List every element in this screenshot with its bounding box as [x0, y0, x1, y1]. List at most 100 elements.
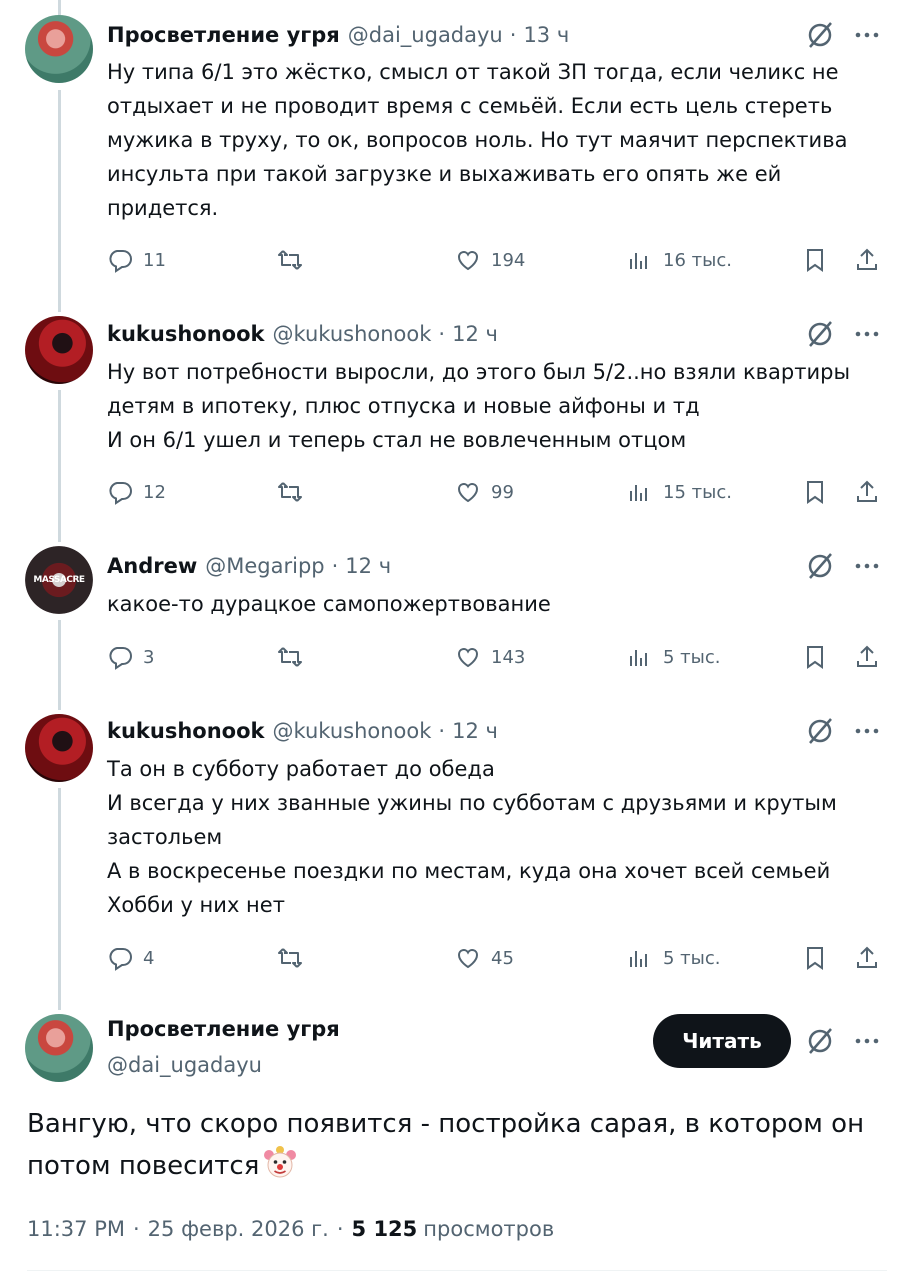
- reply-button[interactable]: 4: [107, 943, 154, 973]
- views-count: 5 125: [351, 1217, 418, 1241]
- bookmark-button[interactable]: [802, 477, 828, 507]
- bookmark-button[interactable]: [802, 245, 828, 275]
- avatar[interactable]: [25, 714, 93, 782]
- heart-icon: [458, 648, 478, 668]
- tweet-meta: 11:37 PM · 25 февр. 2026 г. · 5 125 прос…: [27, 1217, 554, 1241]
- heart-icon: [458, 949, 478, 969]
- avatar[interactable]: [25, 1014, 93, 1082]
- repost-button[interactable]: [277, 642, 313, 672]
- thread-line: [58, 390, 61, 542]
- tweet-text: Вангую, что скоро появится - постройка с…: [27, 1109, 865, 1181]
- author-handle[interactable]: @kukushonook: [272, 719, 431, 743]
- heart-icon: [458, 483, 478, 503]
- grok-icon[interactable]: [805, 551, 835, 581]
- timestamp[interactable]: 12 ч: [452, 322, 498, 346]
- repost-button[interactable]: [277, 245, 313, 275]
- share-button[interactable]: [854, 245, 880, 275]
- views-button[interactable]: 5 тыс.: [627, 642, 721, 672]
- post-time[interactable]: 11:37 PM: [27, 1217, 125, 1241]
- tweet-text: какое-то дурацкое самопожертвование: [107, 592, 551, 616]
- views-icon: [630, 253, 647, 269]
- reply-icon: [109, 250, 132, 273]
- action-bar: 12 99 15 тыс.: [107, 477, 887, 507]
- repost-icon: [278, 647, 302, 667]
- reply-button[interactable]: 3: [107, 642, 154, 672]
- separator-dot: ·: [132, 1217, 140, 1241]
- thread-line: [58, 788, 61, 1010]
- timestamp[interactable]: 12 ч: [345, 554, 391, 578]
- more-icon[interactable]: [852, 20, 882, 50]
- thread-line: [58, 0, 61, 15]
- repost-icon: [278, 482, 302, 502]
- author-name[interactable]: Andrew: [107, 554, 197, 578]
- action-bar: 4 45 5 тыс.: [107, 943, 887, 973]
- author-handle[interactable]: @Megaripp: [205, 554, 324, 578]
- tweet-header: Andrew @Megaripp · 12 ч: [107, 551, 391, 581]
- post-date[interactable]: 25 февр. 2026 г.: [148, 1217, 329, 1241]
- follow-button[interactable]: Читать: [653, 1014, 791, 1068]
- avatar[interactable]: [25, 15, 93, 83]
- reply-button[interactable]: 11: [107, 245, 166, 275]
- separator-dot: ·: [438, 322, 446, 346]
- bookmark-icon: [807, 249, 823, 272]
- reply-button[interactable]: 12: [107, 477, 166, 507]
- views-icon: [630, 650, 647, 666]
- grok-icon[interactable]: [805, 716, 835, 746]
- more-icon[interactable]: [852, 1026, 882, 1056]
- like-button[interactable]: 45: [455, 943, 514, 973]
- author-handle[interactable]: @kukushonook: [272, 322, 431, 346]
- tweet-text: Ну вот потребности выросли, до этого был…: [107, 360, 851, 452]
- avatar[interactable]: [25, 316, 93, 384]
- bookmark-icon: [807, 481, 823, 504]
- share-icon: [857, 946, 877, 968]
- grok-icon[interactable]: [805, 1026, 835, 1056]
- separator-dot: ·: [438, 719, 446, 743]
- more-icon[interactable]: [852, 319, 882, 349]
- like-button[interactable]: 99: [455, 477, 514, 507]
- divider: [27, 1270, 887, 1271]
- action-bar: 11 194 16 тыс.: [107, 245, 887, 275]
- tweet-text: Та он в субботу работает до обеда И всег…: [107, 757, 837, 917]
- action-bar: 3 143 5 тыс.: [107, 642, 887, 672]
- grok-icon[interactable]: [805, 319, 835, 349]
- repost-button[interactable]: [277, 477, 313, 507]
- views-icon: [630, 951, 647, 967]
- author-name[interactable]: kukushonook: [107, 322, 264, 346]
- author-name[interactable]: Просветление угря: [107, 23, 340, 47]
- timestamp[interactable]: 13 ч: [523, 23, 569, 47]
- author-handle[interactable]: @dai_ugadayu: [348, 23, 503, 47]
- share-button[interactable]: [854, 477, 880, 507]
- heart-icon: [458, 251, 478, 271]
- author-handle[interactable]: @dai_ugadayu: [107, 1053, 262, 1077]
- views-label: просмотров: [423, 1217, 555, 1241]
- separator-dot: ·: [331, 554, 339, 578]
- separator-dot: ·: [336, 1217, 344, 1241]
- avatar-text: MASSACRE: [33, 575, 85, 585]
- bookmark-button[interactable]: [802, 943, 828, 973]
- bookmark-button[interactable]: [802, 642, 828, 672]
- views-button[interactable]: 15 тыс.: [627, 477, 732, 507]
- tweet-header: kukushonook @kukushonook · 12 ч: [107, 319, 498, 349]
- share-icon: [857, 248, 877, 270]
- author-name[interactable]: kukushonook: [107, 719, 264, 743]
- repost-button[interactable]: [277, 943, 313, 973]
- views-button[interactable]: 16 тыс.: [627, 245, 732, 275]
- like-button[interactable]: 143: [455, 642, 525, 672]
- repost-icon: [278, 250, 302, 270]
- grok-icon[interactable]: [805, 20, 835, 50]
- share-button[interactable]: [854, 642, 880, 672]
- views-button[interactable]: 5 тыс.: [627, 943, 721, 973]
- repost-icon: [278, 948, 302, 968]
- views-icon: [630, 485, 647, 501]
- thread-line: [58, 620, 61, 710]
- author-name[interactable]: Просветление угря: [107, 1017, 340, 1041]
- share-button[interactable]: [854, 943, 880, 973]
- reply-icon: [109, 647, 132, 670]
- timestamp[interactable]: 12 ч: [452, 719, 498, 743]
- more-icon[interactable]: [852, 551, 882, 581]
- tweet-text: Ну типа 6/1 это жёстко, смысл от такой З…: [107, 60, 848, 220]
- like-button[interactable]: 194: [455, 245, 525, 275]
- avatar[interactable]: MASSACRE: [25, 546, 93, 614]
- more-icon[interactable]: [852, 716, 882, 746]
- tweet-header: kukushonook @kukushonook · 12 ч: [107, 716, 498, 746]
